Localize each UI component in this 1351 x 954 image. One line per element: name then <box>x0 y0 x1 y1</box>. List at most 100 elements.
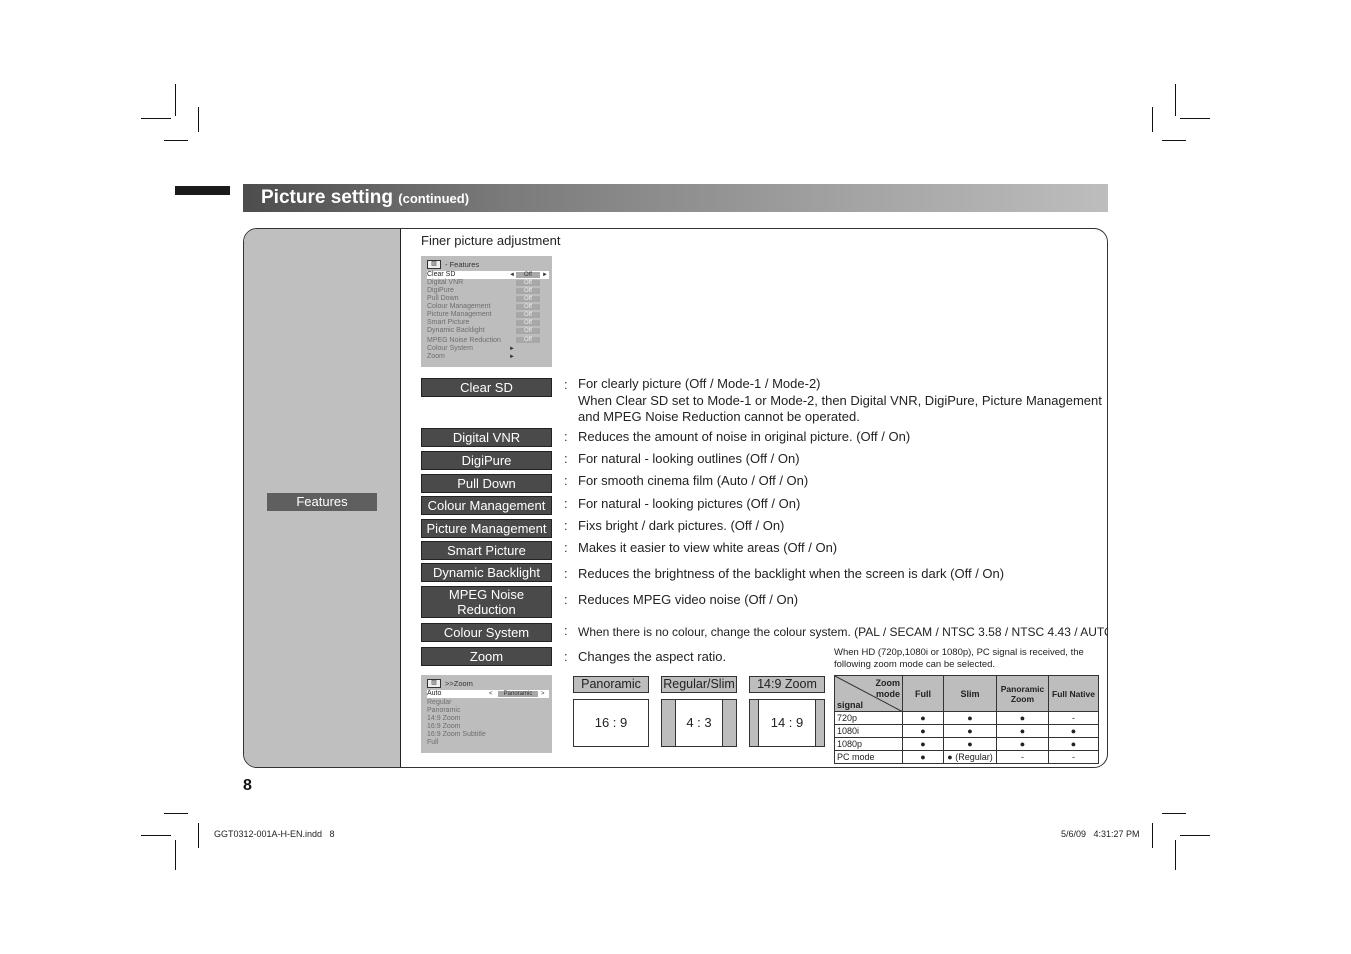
osd-row: 14:9 Zoom <box>427 715 461 722</box>
corner-text: mode <box>875 689 900 699</box>
features-panel: Features Finer picture adjustment ▨ - Fe… <box>243 228 1108 768</box>
column-header: Full Native <box>1048 675 1099 712</box>
table-cell: ● <box>902 724 944 738</box>
osd-value: Off <box>516 280 540 286</box>
feature-desc: Changes the aspect ratio. <box>578 649 727 664</box>
osd-row: Panoramic <box>427 707 461 714</box>
pillarbox-bar <box>750 700 759 746</box>
feature-label-picture-management: Picture Management <box>421 519 552 538</box>
table-cell: - <box>1048 750 1099 764</box>
picture-icon: ▨ <box>427 260 441 269</box>
feature-label-clear-sd: Clear SD <box>421 378 552 397</box>
right-arrow-icon: > <box>541 691 545 697</box>
osd-row-label: MPEG Noise Reduction <box>427 337 501 344</box>
table-cell: - <box>1048 711 1099 725</box>
feature-desc: For smooth cinema film (Auto / Off / On) <box>578 473 809 488</box>
feature-label-zoom: Zoom <box>421 647 552 666</box>
feature-desc: For natural - looking outlines (Off / On… <box>578 451 800 466</box>
feature-desc: Reduces MPEG video noise (Off / On) <box>578 592 799 607</box>
osd-row: Colour Management <box>427 303 490 311</box>
table-cell: ● <box>1048 737 1099 751</box>
osd-row-label: Smart Picture <box>427 319 470 326</box>
osd-row: 16:9 Zoom <box>427 723 461 730</box>
mode-label-14-9-zoom: 14:9 Zoom <box>749 676 825 693</box>
aspect-diagram-4-3: 4 : 3 <box>661 699 737 747</box>
osd-title-text: - Features <box>445 260 480 269</box>
category-label: Features <box>267 493 377 511</box>
corner-text: Zoom <box>875 678 901 688</box>
osd-value: Off <box>516 337 540 343</box>
label-line: MPEG Noise <box>448 587 525 602</box>
feature-desc: For clearly picture (Off / Mode-1 / Mode… <box>578 376 1102 425</box>
zoom-mode-table: Zoom mode signal Full Slim Panoramic Zoo… <box>834 675 1099 764</box>
aspect-ratio-text: 16 : 9 <box>594 715 628 730</box>
zoom-note: When HD (720p,1080i or 1080p), PC signal… <box>834 647 1084 670</box>
column-header: Full <box>902 675 944 712</box>
crop-mark <box>1162 140 1186 141</box>
signal-cell: 720p <box>834 711 903 725</box>
osd-row: Zoom <box>427 353 445 361</box>
feature-desc: Reduces the brightness of the backlight … <box>578 566 1005 581</box>
left-arrow-icon: ◄ <box>509 272 515 278</box>
feature-label-colour-management: Colour Management <box>421 496 552 515</box>
osd-value: Off <box>516 288 540 294</box>
pillarbox-bar <box>662 700 676 746</box>
crop-mark <box>164 813 188 814</box>
osd-row-label: Colour System <box>427 345 473 352</box>
desc-line: and MPEG Noise Reduction cannot be opera… <box>578 409 860 424</box>
crop-mark <box>141 835 171 836</box>
aspect-ratio-text: 14 : 9 <box>770 715 804 730</box>
osd-row-label: DigiPure <box>427 287 454 294</box>
pillarbox-bar <box>722 700 736 746</box>
colon: : <box>564 623 568 638</box>
colon: : <box>564 592 568 607</box>
crop-mark <box>1162 813 1186 814</box>
section-header: Picture setting (continued) <box>243 184 1108 212</box>
crop-mark <box>164 140 188 141</box>
zoom-menu-screenshot: ▨ >>Zoom Auto < Panoramic > Regular Pano… <box>421 675 552 753</box>
crop-mark <box>1180 835 1210 836</box>
page-number: 8 <box>243 777 252 794</box>
feature-desc: Fixs bright / dark pictures. (Off / On) <box>578 518 785 533</box>
colon: : <box>564 540 568 555</box>
file-slug: GGT0312-001A-H-EN.indd 8 <box>214 829 335 839</box>
corner-zoom-mode: Zoom mode <box>876 678 901 700</box>
label-line: Reduction <box>457 602 516 617</box>
crop-mark <box>1175 840 1176 870</box>
colon: : <box>564 566 568 581</box>
osd-row: MPEG Noise Reduction <box>427 337 501 345</box>
submenu-arrow-icon: ► <box>509 354 515 360</box>
osd-row-label: Colour Management <box>427 303 491 310</box>
aspect-diagram-16-9: 16 : 9 <box>573 699 649 747</box>
feature-label-mpeg-noise-reduction: MPEG Noise Reduction <box>421 586 552 618</box>
table-cell: ● <box>943 737 997 751</box>
signal-cell: 1080i <box>834 724 903 738</box>
crop-mark <box>175 84 176 116</box>
osd-row-label: Dynamic Backlight <box>427 327 485 334</box>
osd-row: Dynamic Backlight <box>427 327 485 335</box>
submenu-arrow-icon: ► <box>509 346 515 352</box>
table-cell: ● <box>996 737 1049 751</box>
crop-mark <box>198 823 199 848</box>
crop-mark <box>1180 118 1210 119</box>
table-cell: ● <box>1048 724 1099 738</box>
colon: : <box>564 649 568 664</box>
mode-label-regular-slim: Regular/Slim <box>661 676 737 693</box>
table-cell: ● (Regular) <box>943 750 997 764</box>
crop-mark <box>141 118 171 119</box>
osd-value: Off <box>516 328 540 334</box>
table-corner-cell: Zoom mode signal <box>834 675 903 712</box>
mode-label-panoramic: Panoramic <box>573 676 649 693</box>
osd-value: Off <box>516 272 540 278</box>
corner-signal: signal <box>837 700 864 710</box>
colon: : <box>564 451 568 466</box>
category-column: Features <box>244 229 401 767</box>
title-text: Picture setting <box>261 187 393 208</box>
osd-row: Smart Picture <box>427 319 469 327</box>
crop-mark <box>198 107 199 132</box>
page-title: Picture setting (continued) <box>261 187 469 209</box>
osd-row: Regular <box>427 699 452 706</box>
osd-title: ▨ - Features <box>427 260 479 269</box>
desc-line: When Clear SD set to Mode-1 or Mode-2, t… <box>578 393 1102 408</box>
feature-desc: For natural - looking pictures (Off / On… <box>578 496 801 511</box>
